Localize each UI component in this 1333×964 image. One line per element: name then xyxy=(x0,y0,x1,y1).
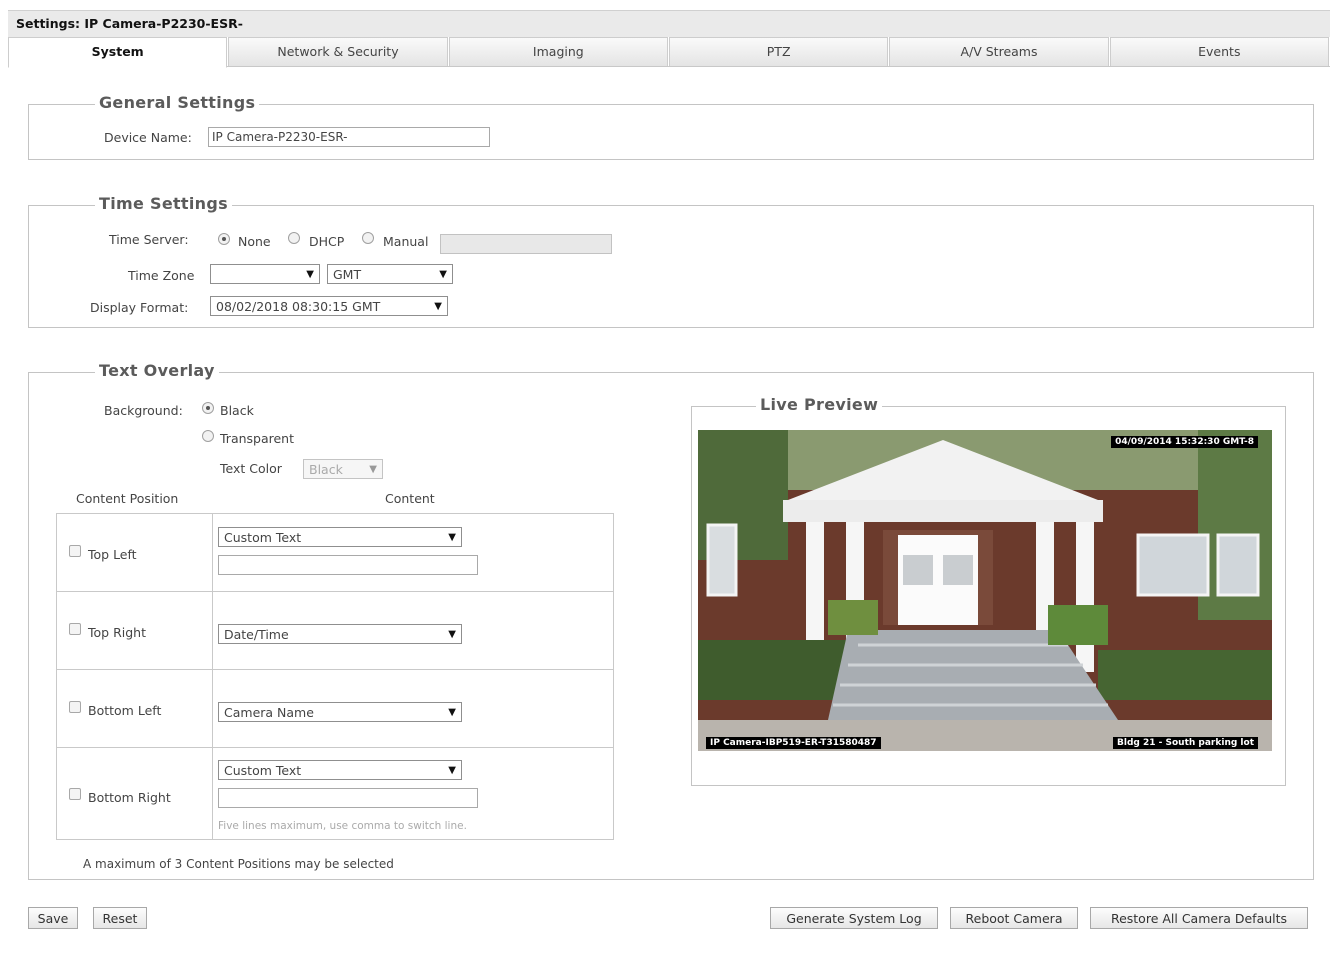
device-name-label: Device Name: xyxy=(104,130,192,145)
building-photo xyxy=(698,430,1272,751)
live-preview-legend: Live Preview xyxy=(756,395,883,414)
bottom-left-content-value: Camera Name xyxy=(224,704,314,720)
table-divider xyxy=(57,747,613,748)
general-settings-legend: General Settings xyxy=(95,93,260,112)
top-right-content-select[interactable]: Date/Time ▼ xyxy=(218,624,462,644)
top-left-label: Top Left xyxy=(88,547,137,562)
chevron-down-icon: ▼ xyxy=(369,463,377,475)
display-format-value: 08/02/2018 08:30:15 GMT xyxy=(216,298,381,314)
top-left-content-value: Custom Text xyxy=(224,529,302,545)
top-left-content-select[interactable]: Custom Text ▼ xyxy=(218,527,462,547)
top-left-custom-text-input[interactable] xyxy=(218,555,478,575)
background-label: Background: xyxy=(104,403,183,418)
preview-camera-label: IP Camera-IBP519-ER-T31580487 xyxy=(706,737,881,749)
text-color-label: Text Color xyxy=(220,461,282,476)
time-server-manual-radio[interactable] xyxy=(362,232,374,244)
background-transparent-label: Transparent xyxy=(220,431,295,446)
max-positions-note: A maximum of 3 Content Positions may be … xyxy=(83,857,394,871)
chevron-down-icon: ▼ xyxy=(448,764,456,776)
table-divider xyxy=(212,514,213,839)
chevron-down-icon: ▼ xyxy=(306,268,314,280)
bottom-right-content-select[interactable]: Custom Text ▼ xyxy=(218,760,462,780)
chevron-down-icon: ▼ xyxy=(448,531,456,543)
time-zone-label: Time Zone xyxy=(128,268,195,283)
chevron-down-icon: ▼ xyxy=(439,268,447,280)
restore-defaults-button[interactable]: Restore All Camera Defaults xyxy=(1090,907,1308,929)
content-header: Content xyxy=(385,491,435,506)
background-black-radio[interactable] xyxy=(202,402,214,414)
time-server-label: Time Server: xyxy=(109,232,189,247)
time-server-manual-label: Manual xyxy=(383,234,429,249)
top-left-checkbox[interactable] xyxy=(69,545,81,557)
bottom-right-checkbox[interactable] xyxy=(69,788,81,800)
window-title: Settings: IP Camera-P2230-ESR- xyxy=(8,10,1330,37)
device-name-input[interactable] xyxy=(208,127,490,147)
text-color-select[interactable]: Black ▼ xyxy=(303,459,383,479)
reset-button[interactable]: Reset xyxy=(93,907,147,929)
top-right-label: Top Right xyxy=(88,625,146,640)
tab-imaging[interactable]: Imaging xyxy=(448,37,668,66)
table-divider xyxy=(57,669,613,670)
tab-bar: System Network & Security Imaging PTZ A/… xyxy=(8,37,1330,68)
preview-location-label: Bldg 21 - South parking lot xyxy=(1113,737,1258,749)
background-transparent-radio[interactable] xyxy=(202,430,214,442)
text-overlay-legend: Text Overlay xyxy=(95,361,219,380)
save-button[interactable]: Save xyxy=(28,907,78,929)
tab-ptz[interactable]: PTZ xyxy=(668,37,889,66)
time-zone-select[interactable]: ▼ xyxy=(210,264,320,284)
content-position-header: Content Position xyxy=(76,491,179,506)
display-format-label: Display Format: xyxy=(90,300,189,315)
time-server-dhcp-radio[interactable] xyxy=(288,232,300,244)
table-divider xyxy=(57,591,613,592)
preview-timestamp: 04/09/2014 15:32:30 GMT-8 xyxy=(1111,436,1258,448)
reboot-camera-button[interactable]: Reboot Camera xyxy=(950,907,1078,929)
text-color-value: Black xyxy=(309,461,343,477)
bottom-right-content-value: Custom Text xyxy=(224,762,302,778)
bottom-left-content-select[interactable]: Camera Name ▼ xyxy=(218,702,462,722)
background-black-label: Black xyxy=(220,403,254,418)
bottom-left-checkbox[interactable] xyxy=(69,701,81,713)
bottom-left-label: Bottom Left xyxy=(88,703,162,718)
top-right-content-value: Date/Time xyxy=(224,626,289,642)
time-server-dhcp-label: DHCP xyxy=(309,234,345,249)
time-server-none-label: None xyxy=(238,234,271,249)
custom-text-hint: Five lines maximum, use comma to switch … xyxy=(218,820,467,832)
time-server-none-radio[interactable] xyxy=(218,233,230,245)
generate-system-log-button[interactable]: Generate System Log xyxy=(770,907,938,929)
time-settings-legend: Time Settings xyxy=(95,194,232,213)
tab-av-streams[interactable]: A/V Streams xyxy=(889,37,1109,66)
gmt-offset-select[interactable]: GMT ▼ xyxy=(327,264,453,284)
chevron-down-icon: ▼ xyxy=(448,706,456,718)
bottom-right-custom-text-input[interactable] xyxy=(218,788,478,808)
tab-system[interactable]: System xyxy=(8,37,228,68)
tab-network-security[interactable]: Network & Security xyxy=(228,37,448,66)
gmt-offset-value: GMT xyxy=(333,266,362,282)
tab-events[interactable]: Events xyxy=(1109,37,1329,66)
time-server-manual-input[interactable] xyxy=(440,234,612,254)
chevron-down-icon: ▼ xyxy=(434,300,442,312)
bottom-right-label: Bottom Right xyxy=(88,790,171,805)
display-format-select[interactable]: 08/02/2018 08:30:15 GMT ▼ xyxy=(210,296,448,316)
camera-preview-image: 04/09/2014 15:32:30 GMT-8 IP Camera-IBP5… xyxy=(698,430,1272,751)
chevron-down-icon: ▼ xyxy=(448,628,456,640)
top-right-checkbox[interactable] xyxy=(69,623,81,635)
